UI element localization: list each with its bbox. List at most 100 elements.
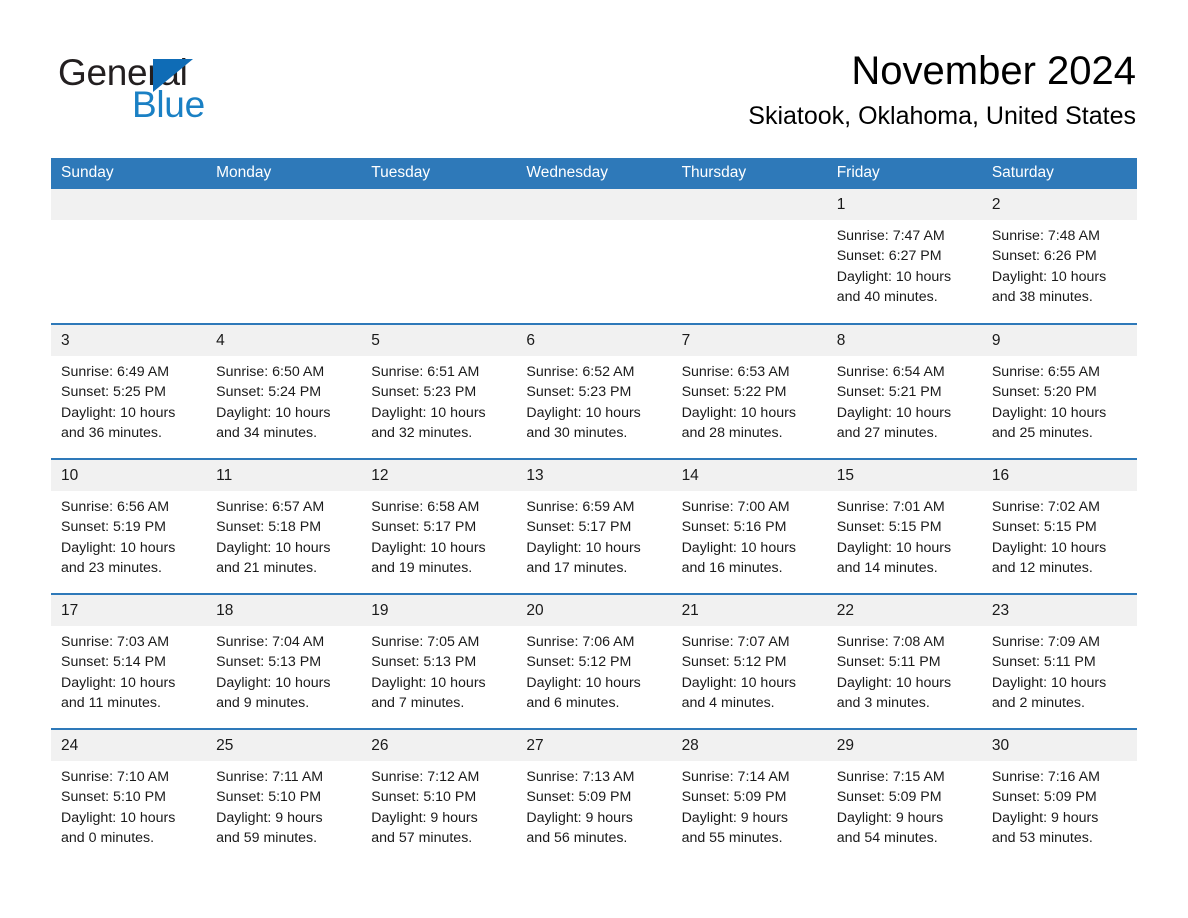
calendar-day-cell[interactable]: 4 Sunrise: 6:50 AM Sunset: 5:24 PM Daylight… <box>206 323 362 459</box>
daylight-text-line1: Daylight: 10 hours <box>371 404 486 421</box>
day-number: 6 <box>516 325 672 356</box>
day-details: Sunrise: 7:13 AM Sunset: 5:09 PM Daylight:… <box>516 761 671 848</box>
day-number <box>51 189 207 220</box>
calendar-day-cell[interactable]: 27 Sunrise: 7:13 AM Sunset: 5:09 PM Dayligh… <box>516 728 672 864</box>
day-details: Sunrise: 6:55 AM Sunset: 5:20 PM Daylight:… <box>982 356 1137 443</box>
day-details: Sunrise: 7:10 AM Sunset: 5:10 PM Daylight:… <box>51 761 206 848</box>
calendar-day-cell[interactable]: 12 Sunrise: 6:58 AM Sunset: 5:17 PM Dayligh… <box>361 458 517 594</box>
day-details: Sunrise: 7:12 AM Sunset: 5:10 PM Daylight:… <box>361 761 516 848</box>
sunrise-text: Sunrise: 6:57 AM <box>216 499 325 515</box>
day-number: 7 <box>671 325 827 356</box>
sunset-text: Sunset: 5:12 PM <box>526 654 632 671</box>
daylight-text-line2: and 0 minutes. <box>61 829 155 846</box>
sunset-text: Sunset: 5:13 PM <box>371 654 477 671</box>
calendar-day-cell[interactable]: 23 Sunrise: 7:09 AM Sunset: 5:11 PM Dayligh… <box>981 593 1137 729</box>
calendar-day-cell[interactable]: 9 Sunrise: 6:55 AM Sunset: 5:20 PM Daylight… <box>981 323 1137 459</box>
calendar-day-cell[interactable]: 11 Sunrise: 6:57 AM Sunset: 5:18 PM Dayligh… <box>206 458 362 594</box>
daylight-text-line1: Daylight: 10 hours <box>836 404 952 421</box>
calendar-day-cell[interactable]: 16 Sunrise: 7:02 AM Sunset: 5:15 PM Dayligh… <box>981 458 1137 594</box>
day-number: 27 <box>516 730 672 761</box>
sunrise-text: Sunrise: 7:10 AM <box>61 769 170 785</box>
calendar-day-cell[interactable]: 7 Sunrise: 6:53 AM Sunset: 5:22 PM Daylight… <box>671 323 827 459</box>
daylight-text-line1: Daylight: 10 hours <box>836 539 952 556</box>
calendar-day-cell[interactable]: 22 Sunrise: 7:08 AM Sunset: 5:11 PM Dayligh… <box>826 593 982 729</box>
sunrise-text: Sunrise: 7:16 AM <box>991 769 1100 785</box>
day-details: Sunrise: 6:54 AM Sunset: 5:21 PM Daylight:… <box>827 356 982 443</box>
day-number <box>206 189 362 220</box>
calendar-cell-empty <box>51 189 207 324</box>
daylight-text-line1: Daylight: 9 hours <box>991 809 1099 826</box>
calendar-day-cell[interactable]: 3 Sunrise: 6:49 AM Sunset: 5:25 PM Daylight… <box>51 323 207 459</box>
day-number: 28 <box>671 730 827 761</box>
weekday-header-sunday: Sunday <box>51 158 207 189</box>
calendar-day-cell[interactable]: 20 Sunrise: 7:06 AM Sunset: 5:12 PM Dayligh… <box>516 593 672 729</box>
daylight-text-line1: Daylight: 10 hours <box>216 674 331 691</box>
day-number: 5 <box>361 325 517 356</box>
calendar-day-cell[interactable]: 28 Sunrise: 7:14 AM Sunset: 5:09 PM Dayligh… <box>671 728 827 864</box>
calendar-day-cell[interactable]: 26 Sunrise: 7:12 AM Sunset: 5:10 PM Dayligh… <box>361 728 517 864</box>
sunset-text: Sunset: 5:18 PM <box>216 519 322 536</box>
daylight-text-line2: and 30 minutes. <box>526 424 628 441</box>
calendar-day-cell[interactable]: 25 Sunrise: 7:11 AM Sunset: 5:10 PM Dayligh… <box>206 728 362 864</box>
day-details: Sunrise: 7:08 AM Sunset: 5:11 PM Daylight:… <box>827 626 982 713</box>
daylight-text-line2: and 34 minutes. <box>216 424 318 441</box>
daylight-text-line1: Daylight: 9 hours <box>836 809 944 826</box>
calendar-day-cell[interactable]: 19 Sunrise: 7:05 AM Sunset: 5:13 PM Dayligh… <box>361 593 517 729</box>
day-number: 19 <box>361 595 517 626</box>
daylight-text-line2: and 40 minutes. <box>836 288 938 305</box>
calendar-day-cell[interactable]: 15 Sunrise: 7:01 AM Sunset: 5:15 PM Dayligh… <box>826 458 982 594</box>
day-details: Sunrise: 6:57 AM Sunset: 5:18 PM Daylight:… <box>206 491 361 578</box>
daylight-text-line2: and 2 minutes. <box>991 694 1085 711</box>
daylight-text-line1: Daylight: 10 hours <box>681 539 796 556</box>
calendar-day-cell[interactable]: 10 Sunrise: 6:56 AM Sunset: 5:19 PM Dayligh… <box>51 458 207 594</box>
day-number: 29 <box>826 730 982 761</box>
day-number: 10 <box>51 460 207 491</box>
calendar-day-cell[interactable]: 8 Sunrise: 6:54 AM Sunset: 5:21 PM Daylight… <box>826 323 982 459</box>
calendar-day-cell[interactable]: 29 Sunrise: 7:15 AM Sunset: 5:09 PM Dayligh… <box>826 728 982 864</box>
calendar-day-cell[interactable]: 18 Sunrise: 7:04 AM Sunset: 5:13 PM Dayligh… <box>206 593 362 729</box>
calendar-day-cell[interactable]: 21 Sunrise: 7:07 AM Sunset: 5:12 PM Dayligh… <box>671 593 827 729</box>
sunrise-text: Sunrise: 7:14 AM <box>681 769 790 785</box>
calendar-day-cell[interactable]: 30 Sunrise: 7:16 AM Sunset: 5:09 PM Dayligh… <box>981 728 1137 864</box>
day-details: Sunrise: 7:02 AM Sunset: 5:15 PM Daylight:… <box>982 491 1137 578</box>
calendar-day-cell[interactable]: 1 Sunrise: 7:47 AM Sunset: 6:27 PM Daylight… <box>826 189 982 324</box>
sunset-text: Sunset: 5:12 PM <box>681 654 787 671</box>
title-block: November 2024 Skiatook, Oklahoma, United… <box>748 46 1136 131</box>
sunrise-text: Sunrise: 7:11 AM <box>216 769 324 785</box>
calendar-day-cell[interactable]: 6 Sunrise: 6:52 AM Sunset: 5:23 PM Daylight… <box>516 323 672 459</box>
day-number <box>516 189 672 220</box>
day-details: Sunrise: 6:51 AM Sunset: 5:23 PM Daylight:… <box>361 356 516 443</box>
daylight-text-line2: and 11 minutes. <box>61 694 161 711</box>
daylight-text-line2: and 9 minutes. <box>216 694 310 711</box>
day-details: Sunrise: 7:47 AM Sunset: 6:27 PM Daylight:… <box>827 220 982 307</box>
sunset-text: Sunset: 5:10 PM <box>371 789 477 806</box>
generalblue-logo[interactable]: General Blue <box>58 52 318 128</box>
sunset-text: Sunset: 5:15 PM <box>991 519 1097 536</box>
sunrise-text: Sunrise: 7:08 AM <box>836 634 945 650</box>
calendar-day-cell[interactable]: 13 Sunrise: 6:59 AM Sunset: 5:17 PM Dayligh… <box>516 458 672 594</box>
sunrise-text: Sunrise: 7:01 AM <box>836 499 945 515</box>
sunrise-text: Sunrise: 7:12 AM <box>371 769 480 785</box>
daylight-text-line1: Daylight: 10 hours <box>991 539 1107 556</box>
day-number: 18 <box>206 595 362 626</box>
calendar-day-cell[interactable]: 14 Sunrise: 7:00 AM Sunset: 5:16 PM Dayligh… <box>671 458 827 594</box>
sunrise-text: Sunrise: 6:58 AM <box>371 499 480 515</box>
sunset-text: Sunset: 5:24 PM <box>216 384 322 401</box>
sunset-text: Sunset: 5:25 PM <box>61 384 166 401</box>
day-details: Sunrise: 7:05 AM Sunset: 5:13 PM Daylight:… <box>361 626 516 713</box>
day-number: 17 <box>51 595 207 626</box>
sunrise-text: Sunrise: 6:56 AM <box>61 499 170 515</box>
daylight-text-line2: and 53 minutes. <box>991 829 1093 846</box>
sunrise-text: Sunrise: 7:04 AM <box>216 634 325 650</box>
calendar-day-cell[interactable]: 17 Sunrise: 7:03 AM Sunset: 5:14 PM Dayligh… <box>51 593 207 729</box>
calendar-day-cell[interactable]: 2 Sunrise: 7:48 AM Sunset: 6:26 PM Daylight… <box>981 189 1137 324</box>
weekday-header-monday: Monday <box>206 158 362 189</box>
sunrise-text: Sunrise: 6:59 AM <box>526 499 635 515</box>
daylight-text-line2: and 25 minutes. <box>991 424 1093 441</box>
day-details: Sunrise: 6:53 AM Sunset: 5:22 PM Daylight:… <box>672 356 827 443</box>
calendar-day-cell[interactable]: 5 Sunrise: 6:51 AM Sunset: 5:23 PM Daylight… <box>361 323 517 459</box>
day-details: Sunrise: 6:52 AM Sunset: 5:23 PM Daylight:… <box>516 356 671 443</box>
calendar-day-cell[interactable]: 24 Sunrise: 7:10 AM Sunset: 5:10 PM Dayligh… <box>51 728 207 864</box>
day-details: Sunrise: 7:16 AM Sunset: 5:09 PM Daylight:… <box>982 761 1137 848</box>
sunrise-text: Sunrise: 7:06 AM <box>526 634 635 650</box>
